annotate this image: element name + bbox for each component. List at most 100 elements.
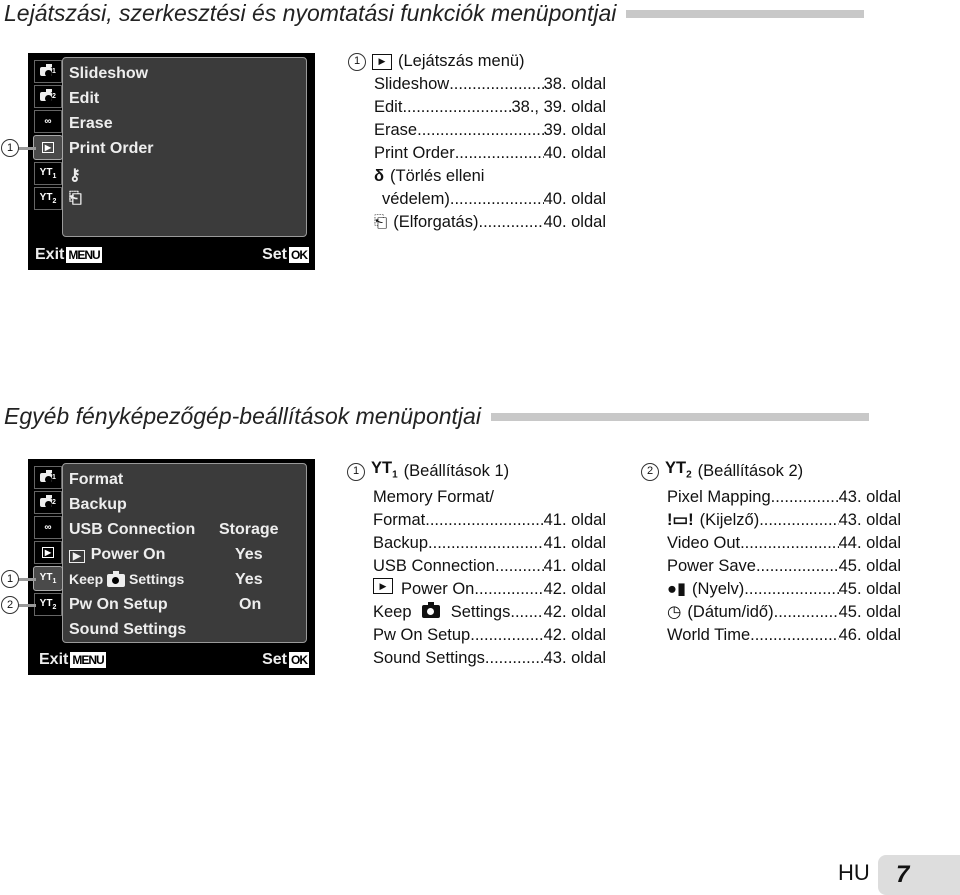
list-item: δ (Törlés elleni <box>374 165 606 188</box>
list-item: Pixel Mapping43. oldal <box>667 486 901 509</box>
play-icon: ▶ <box>69 550 85 563</box>
list-header-text: (Beállítások 2) <box>697 462 804 481</box>
page-number: 7 <box>878 855 960 895</box>
section-heading-settings: Egyéb fényképezőgép-beállítások menüpont… <box>4 403 869 430</box>
exit-label: Exit <box>39 651 69 668</box>
list-item: Power Save45. oldal <box>667 555 901 578</box>
list-item: Edit38., 39. oldal <box>374 96 606 119</box>
page-number-text: 7 <box>896 861 910 888</box>
menu-item-print-order[interactable]: Print Order <box>69 140 153 158</box>
wrench-icon: ΥT1 <box>39 572 57 585</box>
callout-1: 1 <box>1 139 19 157</box>
menu-badge: MENU <box>66 247 102 263</box>
list-item: Sound Settings43. oldal <box>373 647 606 670</box>
play-icon: ▶ <box>41 547 55 558</box>
menu-item-rotate[interactable]: ⎗ <box>69 190 82 208</box>
list-header: 1 ▶ (Lejátszás menü) <box>348 50 606 73</box>
value-usb-connection: Storage <box>219 521 279 538</box>
tab-setup-1[interactable]: ΥT1 <box>33 566 63 591</box>
set-label: Set <box>262 246 287 263</box>
camera-icon <box>40 64 53 77</box>
list-item: Erase39. oldal <box>374 119 606 142</box>
movie-icon: ∞ <box>44 116 52 127</box>
key-icon: ⚷ <box>69 167 81 184</box>
menu-item-power-on[interactable]: ▶ Power On <box>69 546 165 564</box>
language-code: HU <box>838 860 870 885</box>
tab-playback[interactable]: ▶ <box>34 541 62 564</box>
camera-icon <box>40 495 53 508</box>
list-item: ▶Power On42. oldal <box>373 578 606 601</box>
list-item: ⎗(Elforgatás)40. oldal <box>374 211 606 234</box>
callout-2: 2 <box>1 596 19 614</box>
set-label: Set <box>262 651 287 668</box>
tab-shooting-1[interactable]: 1 <box>34 60 62 83</box>
menu-item-keep-settings[interactable]: Keep Settings <box>69 570 184 587</box>
callout-1: 1 <box>348 52 366 71</box>
list-item: ◷(Dátum/idő)45. oldal <box>667 601 901 624</box>
menu-item-erase[interactable]: Erase <box>69 115 113 133</box>
exit-control[interactable]: Exit MENU <box>35 246 102 264</box>
menu-item-backup[interactable]: Backup <box>69 496 127 514</box>
wrench-icon: ΥT2 <box>39 192 57 205</box>
ok-badge: OK <box>289 652 309 668</box>
callout-2: 2 <box>641 462 659 481</box>
playback-menu-list: 1 ▶ (Lejátszás menü) Slideshow38. oldal … <box>348 50 606 234</box>
callout-1: 1 <box>1 570 19 588</box>
exit-control[interactable]: Exit MENU <box>39 651 106 669</box>
section-heading-playback: Lejátszási, szerkesztési és nyomtatási f… <box>4 0 865 27</box>
set-control[interactable]: Set OK <box>262 246 309 264</box>
rotate-icon: ⎗ <box>69 190 82 207</box>
tab-playback[interactable]: ▶ <box>33 135 63 160</box>
movie-icon: ∞ <box>44 522 52 533</box>
list-item: Slideshow38. oldal <box>374 73 606 96</box>
list-item: Keep Settings42. oldal <box>373 601 606 624</box>
list-item: Memory Format/ <box>373 488 495 507</box>
heading-bar <box>626 9 865 18</box>
heading-text: Lejátszási, szerkesztési és nyomtatási f… <box>4 0 617 26</box>
tab-shooting-2[interactable]: 2 <box>34 85 62 108</box>
settings-1-list: 1 ΥT1 (Beállítások 1) Memory Format/ For… <box>347 457 606 670</box>
list-item: Format41. oldal <box>373 509 606 532</box>
wrench-icon: ΥT1 <box>371 459 398 481</box>
clock-icon: ◷ <box>667 603 682 622</box>
heading-bar <box>490 412 869 421</box>
tab-setup-2[interactable]: ΥT2 <box>34 593 62 616</box>
play-icon: ▶ <box>372 53 392 70</box>
set-control[interactable]: Set OK <box>262 651 309 669</box>
list-item: !▭!(Kijelző)43. oldal <box>667 509 901 532</box>
ok-badge: OK <box>289 247 309 263</box>
menu-item-format[interactable]: Format <box>69 471 123 489</box>
tab-shooting-2[interactable]: 2 <box>34 491 62 514</box>
tab-movie[interactable]: ∞ <box>34 516 62 539</box>
tab-shooting-1[interactable]: 1 <box>34 466 62 489</box>
callout-leader <box>18 604 36 607</box>
play-icon: ▶ <box>41 142 55 153</box>
language-icon: ●▮ <box>667 580 687 599</box>
display-icon: !▭! <box>667 511 694 530</box>
settings-2-list: 2 ΥT2 (Beállítások 2) Pixel Mapping43. o… <box>641 457 901 647</box>
menu-item-sound-settings[interactable]: Sound Settings <box>69 621 186 639</box>
list-header: 2 ΥT2 (Beállítások 2) <box>641 457 901 486</box>
menu-item-slideshow[interactable]: Slideshow <box>69 65 148 83</box>
camera-icon <box>422 602 441 619</box>
camera-icon <box>107 570 126 587</box>
list-item: Video Out44. oldal <box>667 532 901 555</box>
list-header: 1 ΥT1 (Beállítások 1) <box>347 457 606 486</box>
tab-movie[interactable]: ∞ <box>34 110 62 133</box>
exit-label: Exit <box>35 246 65 263</box>
wrench-icon: ΥT1 <box>39 167 57 180</box>
list-item: Pw On Setup42. oldal <box>373 624 606 647</box>
menu-item-edit[interactable]: Edit <box>69 90 99 108</box>
wrench-icon: ΥT2 <box>665 459 692 481</box>
menu-item-protect[interactable]: ⚷ <box>69 165 81 185</box>
tab-setup-2[interactable]: ΥT2 <box>34 187 62 210</box>
tab-setup-1[interactable]: ΥT1 <box>34 162 62 185</box>
callout-leader <box>18 147 36 150</box>
value-pw-on-setup: On <box>239 596 262 613</box>
callout-1: 1 <box>347 462 365 481</box>
menu-item-pw-on-setup[interactable]: Pw On Setup <box>69 596 168 614</box>
menu-item-usb-connection[interactable]: USB Connection <box>69 521 195 539</box>
list-item: Backup41. oldal <box>373 532 606 555</box>
camera-screen-playback: 1 2 ∞ ▶ ΥT1 ΥT2 Slideshow Edit Erase Pri… <box>28 53 315 270</box>
value-power-on: Yes <box>235 546 263 563</box>
